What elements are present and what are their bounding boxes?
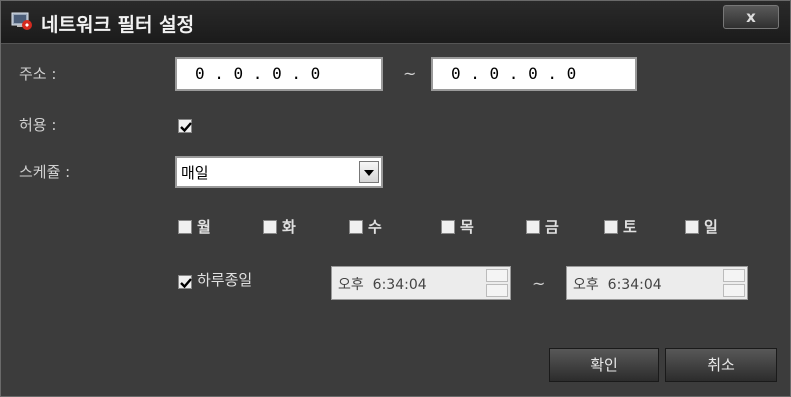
day-checkbox-wed[interactable]	[349, 220, 363, 234]
allow-checkbox[interactable]	[178, 119, 192, 133]
all-day-label: 하루종일	[197, 271, 253, 289]
day-checkbox-mon[interactable]	[178, 220, 192, 234]
day-label-wed: 수	[368, 218, 382, 236]
ok-button[interactable]: 확인	[549, 348, 659, 382]
address-label: 주소 :	[19, 65, 57, 83]
allow-label: 허용 :	[19, 116, 57, 134]
day-checkbox-fri[interactable]	[526, 220, 540, 234]
time-start-input[interactable]: 오후 6:34:04	[331, 266, 511, 300]
schedule-selected-value: 매일	[181, 164, 209, 182]
title-bar: 네트워크 필터 설정 x	[1, 1, 790, 44]
time-end-value: 오후 6:34:04	[573, 277, 662, 293]
day-label-sun: 일	[704, 218, 718, 236]
day-checkbox-thu[interactable]	[441, 220, 455, 234]
spin-down-icon[interactable]	[486, 284, 508, 297]
day-label-mon: 월	[197, 218, 211, 236]
network-filter-dialog: 네트워크 필터 설정 x 주소 : 0 . 0 . 0 . 0 ~ 0 . 0 …	[0, 0, 791, 397]
day-label-tue: 화	[282, 218, 296, 236]
time-end-spinner[interactable]	[723, 269, 745, 297]
all-day-checkbox[interactable]	[178, 275, 192, 289]
day-checkbox-sat[interactable]	[604, 220, 618, 234]
dialog-title: 네트워크 필터 설정	[41, 14, 195, 36]
day-checkbox-sun[interactable]	[685, 220, 699, 234]
chevron-down-icon[interactable]	[359, 161, 379, 183]
spin-up-icon[interactable]	[723, 269, 745, 282]
day-label-thu: 목	[460, 218, 474, 236]
check-icon	[180, 278, 192, 289]
cancel-button[interactable]: 취소	[665, 348, 777, 382]
time-start-value: 오후 6:34:04	[338, 277, 427, 293]
schedule-label: 스케쥴 :	[19, 163, 71, 181]
ip-range-separator: ~	[403, 64, 417, 83]
check-icon	[180, 122, 192, 133]
time-end-input[interactable]: 오후 6:34:04	[566, 266, 748, 300]
network-filter-icon	[11, 12, 32, 30]
day-label-fri: 금	[545, 218, 559, 236]
day-label-sat: 토	[623, 218, 637, 236]
schedule-select[interactable]: 매일	[175, 156, 383, 188]
time-start-spinner[interactable]	[486, 269, 508, 297]
time-range-separator: ~	[532, 274, 546, 293]
spin-down-icon[interactable]	[723, 284, 745, 297]
spin-up-icon[interactable]	[486, 269, 508, 282]
day-checkbox-tue[interactable]	[263, 220, 277, 234]
ip-start-input[interactable]: 0 . 0 . 0 . 0	[175, 57, 383, 91]
ip-end-input[interactable]: 0 . 0 . 0 . 0	[431, 57, 637, 91]
close-button[interactable]: x	[723, 5, 779, 29]
